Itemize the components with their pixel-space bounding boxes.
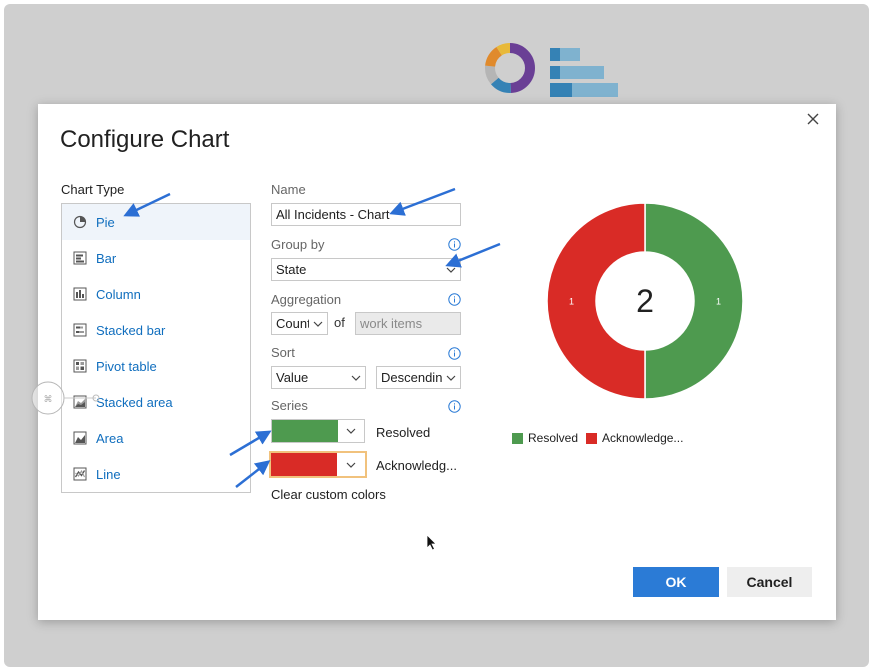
chart-type-stacked-bar[interactable]: Stacked bar xyxy=(62,312,250,348)
aggregation-info-icon[interactable] xyxy=(448,293,461,306)
pie-slice-acknowledged[interactable] xyxy=(546,202,646,400)
group-by-select[interactable]: State xyxy=(271,258,461,281)
cancel-button[interactable]: Cancel xyxy=(727,567,812,597)
chart-type-label: Chart Type xyxy=(61,182,125,197)
chevron-down-icon xyxy=(309,318,327,330)
chart-type-stacked-area[interactable]: Stacked area xyxy=(62,384,250,420)
dialog-title: Configure Chart xyxy=(60,126,230,153)
chevron-down-icon xyxy=(442,372,460,384)
aggregation-select[interactable]: Count xyxy=(271,312,328,335)
chart-type-bar[interactable]: Bar xyxy=(62,240,250,276)
sort-value: Value xyxy=(276,370,309,385)
series-color-fill xyxy=(271,453,337,476)
group-by-value: State xyxy=(276,262,307,277)
legend-entry-resolved: Resolved xyxy=(512,431,578,445)
area-icon xyxy=(73,431,87,445)
chart-type-area[interactable]: Area xyxy=(62,420,250,456)
legend-swatch xyxy=(586,432,598,444)
pie-icon xyxy=(73,215,87,229)
aggregation-value: Count xyxy=(276,316,309,331)
chevron-down-icon xyxy=(442,264,460,276)
aggregation-label: Aggregation xyxy=(271,292,342,307)
legend-label: Acknowledge... xyxy=(602,431,684,445)
chart-type-pie[interactable]: Pie xyxy=(62,204,250,240)
aggregation-field-input xyxy=(355,312,461,335)
chart-type-label-pivot-table: Pivot table xyxy=(96,358,157,374)
chart-type-label-line: Line xyxy=(96,466,121,482)
line-icon xyxy=(73,467,87,481)
series-color-picker-acknowledged[interactable] xyxy=(269,451,367,478)
chart-type-pivot-table[interactable]: Pivot table xyxy=(62,348,250,384)
sort-info-icon[interactable] xyxy=(448,347,461,360)
chart-type-label-column: Column xyxy=(96,286,141,302)
series-name-resolved: Resolved xyxy=(376,425,431,440)
sort-direction-select[interactable]: Descending xyxy=(376,366,461,389)
close-button[interactable] xyxy=(804,110,822,128)
stacked-area-icon xyxy=(73,395,87,409)
chart-preview: 1 1 2 xyxy=(546,202,744,400)
legend-swatch xyxy=(512,432,523,444)
chart-type-label-stacked-bar: Stacked bar xyxy=(96,322,166,338)
bar-icon xyxy=(73,251,87,265)
configure-chart-dialog: Configure Chart Chart Type Pie Bar Colum… xyxy=(38,104,836,620)
sort-label: Sort xyxy=(271,345,295,360)
slice-data-label: 1 xyxy=(569,297,574,307)
ok-button[interactable]: OK xyxy=(633,567,719,597)
chart-type-label-area: Area xyxy=(96,430,124,446)
clear-custom-colors-button[interactable]: Clear custom colors xyxy=(271,487,386,502)
series-color-picker-resolved[interactable] xyxy=(271,419,365,443)
aggregation-of-label: of xyxy=(334,315,345,330)
chevron-down-icon xyxy=(347,372,365,384)
group-by-label: Group by xyxy=(271,237,325,252)
sort-field-select[interactable]: Value xyxy=(271,366,366,389)
pie-slice-resolved[interactable] xyxy=(644,202,744,400)
chevron-down-icon xyxy=(337,453,365,476)
chart-type-label-stacked-area: Stacked area xyxy=(96,394,173,410)
background-chart-illustration xyxy=(485,43,618,97)
chart-type-column[interactable]: Column xyxy=(62,276,250,312)
donut-center-total: 2 xyxy=(636,283,654,319)
legend-label: Resolved xyxy=(528,431,579,445)
stacked-bar-icon xyxy=(73,323,87,337)
slice-data-label: 1 xyxy=(716,297,721,307)
chart-type-list: Pie Bar Column Stacked bar Pivot table S… xyxy=(61,203,251,493)
chart-legend: Resolved Acknowledge... xyxy=(512,431,691,445)
series-name-acknowledged: Acknowledg... xyxy=(376,458,457,473)
column-icon xyxy=(73,287,87,301)
name-label: Name xyxy=(271,182,306,197)
group-by-info-icon[interactable] xyxy=(448,238,461,251)
name-input[interactable] xyxy=(271,203,461,226)
chart-type-label-bar: Bar xyxy=(96,250,117,266)
sort-direction-value: Descending xyxy=(381,370,442,385)
pivot-table-icon xyxy=(73,359,87,373)
close-icon xyxy=(807,113,819,125)
series-info-icon[interactable] xyxy=(448,400,461,413)
legend-entry-acknowledged: Acknowledge... xyxy=(586,431,683,445)
chart-type-line[interactable]: Line xyxy=(62,456,250,492)
series-label: Series xyxy=(271,398,308,413)
chevron-down-icon xyxy=(338,420,364,442)
chart-type-label-pie: Pie xyxy=(96,214,115,230)
series-color-fill xyxy=(272,420,338,442)
